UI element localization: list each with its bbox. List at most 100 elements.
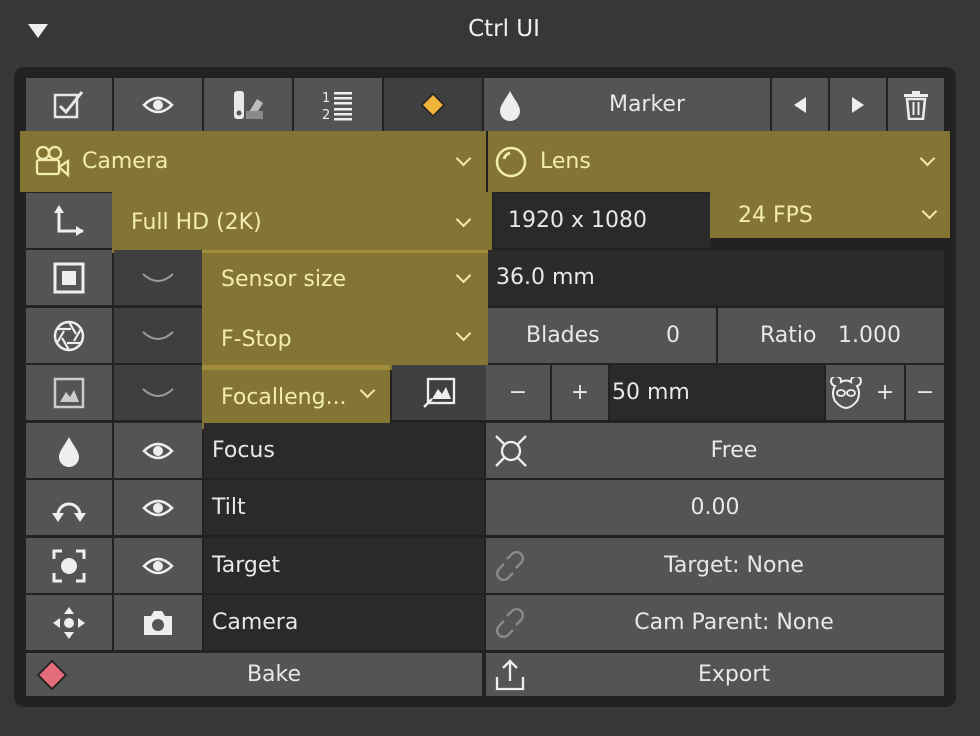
chevron-down-icon (919, 150, 936, 167)
tilt-label: Tilt (212, 495, 246, 520)
export-button[interactable]: Export (486, 653, 944, 696)
camera-label: Camera (212, 610, 299, 635)
focus-visibility-button[interactable] (114, 423, 202, 478)
target-visibility-button[interactable] (114, 538, 202, 593)
focal-length-dropdown[interactable]: Focalleng... (202, 365, 390, 429)
image-picker-button[interactable] (392, 365, 486, 420)
target-frame-icon (52, 549, 86, 582)
focal-decrease-button[interactable]: − (486, 365, 550, 420)
plus-icon: + (875, 380, 895, 405)
aperture-button[interactable] (26, 308, 112, 363)
eye-icon (142, 499, 174, 516)
marker-label: Marker (608, 92, 686, 117)
camera-dropdown-label: Camera (82, 149, 169, 174)
minus-icon: − (915, 380, 935, 405)
move-button[interactable] (26, 595, 112, 650)
chevron-down-icon (455, 150, 472, 167)
resolution-value: 1920 x 1080 (508, 208, 647, 233)
triangle-right-icon (852, 96, 864, 113)
eye-icon (142, 557, 174, 574)
resolution-preset-dropdown[interactable]: Full HD (2K) (112, 192, 492, 253)
fps-dropdown[interactable]: 24 FPS (710, 192, 950, 238)
keyframe-button[interactable] (384, 78, 482, 131)
chevron-down-icon (455, 211, 472, 228)
focal-length-dropdown-label: Focalleng... (221, 384, 347, 410)
lens-dropdown[interactable]: Lens (488, 131, 950, 192)
sensor-toggle[interactable] (114, 250, 202, 305)
tilt-button[interactable] (26, 480, 112, 535)
blades-value: 0 (666, 323, 680, 348)
axis-button[interactable] (26, 193, 112, 248)
image-picker-icon (423, 377, 456, 408)
focus-label-cell: Focus (204, 423, 484, 478)
eye-icon (142, 442, 174, 459)
tilt-value-field[interactable]: 0.00 (486, 480, 944, 535)
lens-dropdown-label: Lens (540, 149, 591, 174)
sensor-dropdown[interactable]: Sensor size (202, 250, 488, 308)
numbered-list-icon: 1 2 (322, 91, 352, 121)
cam-parent-selector[interactable]: Cam Parent: None (486, 595, 944, 650)
bake-button[interactable]: Bake (26, 653, 482, 696)
prev-marker-button[interactable] (772, 78, 828, 131)
export-label: Export (697, 662, 770, 687)
checklist-button[interactable] (26, 78, 112, 131)
camera-snapshot-button[interactable] (114, 595, 202, 650)
palette-button[interactable] (204, 78, 292, 131)
svg-text:1: 1 (322, 91, 330, 106)
tilt-value: 0.00 (690, 495, 740, 520)
svg-text:2: 2 (322, 108, 330, 121)
fstop-toggle[interactable] (114, 308, 202, 363)
minus-icon: − (508, 380, 528, 405)
delete-marker-button[interactable] (888, 78, 944, 131)
fstop-dropdown[interactable]: F-Stop (202, 308, 488, 370)
target-label-cell: Target (204, 538, 484, 593)
visibility-button[interactable] (114, 78, 202, 131)
panel-title: Ctrl UI (468, 16, 540, 42)
rotate-arrows-icon (52, 502, 86, 522)
movie-camera-icon (35, 145, 70, 178)
lens-icon (495, 146, 527, 178)
focal-increase-button[interactable]: + (552, 365, 608, 420)
focal-toggle[interactable] (114, 365, 202, 420)
chevron-down-icon (455, 267, 472, 284)
trash-icon (904, 90, 928, 120)
frame-square-icon (53, 262, 85, 293)
next-marker-button[interactable] (830, 78, 886, 131)
water-drop-icon (59, 436, 79, 467)
image-frame-icon (53, 377, 85, 408)
camera-dropdown[interactable]: Camera (20, 131, 486, 192)
target-value: Target: None (664, 553, 804, 578)
numbered-list-button[interactable]: 1 2 (294, 78, 382, 131)
ratio-value: 1.000 (838, 323, 901, 348)
chevron-down-icon (921, 203, 938, 220)
target-selector[interactable]: Target: None (486, 538, 944, 593)
fps-label: 24 FPS (738, 202, 813, 228)
frame-button[interactable] (26, 250, 112, 305)
chevron-down-icon (359, 382, 376, 399)
monkey-button[interactable] (826, 365, 866, 420)
chevron-down-icon (455, 325, 472, 342)
camera-icon (144, 610, 172, 635)
remove-object-button[interactable]: − (906, 365, 944, 420)
target-button[interactable] (26, 538, 112, 593)
focus-mode-button[interactable]: Free (486, 423, 944, 478)
focal-length-value: 50 mm (612, 380, 690, 405)
target-label: Target (212, 553, 281, 578)
axis-arrows-icon (54, 204, 84, 236)
ratio-field[interactable]: Ratio 1.000 (718, 308, 944, 363)
image-frame-button[interactable] (26, 365, 112, 420)
add-object-button[interactable]: + (866, 365, 904, 420)
blades-field[interactable]: Blades 0 (488, 308, 716, 363)
tilt-visibility-button[interactable] (114, 480, 202, 535)
focus-button[interactable] (26, 423, 112, 478)
sensor-size-value: 36.0 mm (496, 265, 595, 290)
plus-icon: + (570, 380, 590, 405)
resolution-field[interactable]: 1920 x 1080 (494, 193, 710, 248)
eye-icon (142, 96, 174, 113)
cam-parent-value: Cam Parent: None (634, 610, 834, 635)
focal-length-field[interactable]: 50 mm (610, 365, 824, 420)
checklist-icon (53, 90, 84, 118)
blades-label: Blades (526, 323, 600, 348)
marker-button[interactable]: Marker (484, 78, 770, 131)
sensor-size-field[interactable]: 36.0 mm (488, 250, 944, 305)
